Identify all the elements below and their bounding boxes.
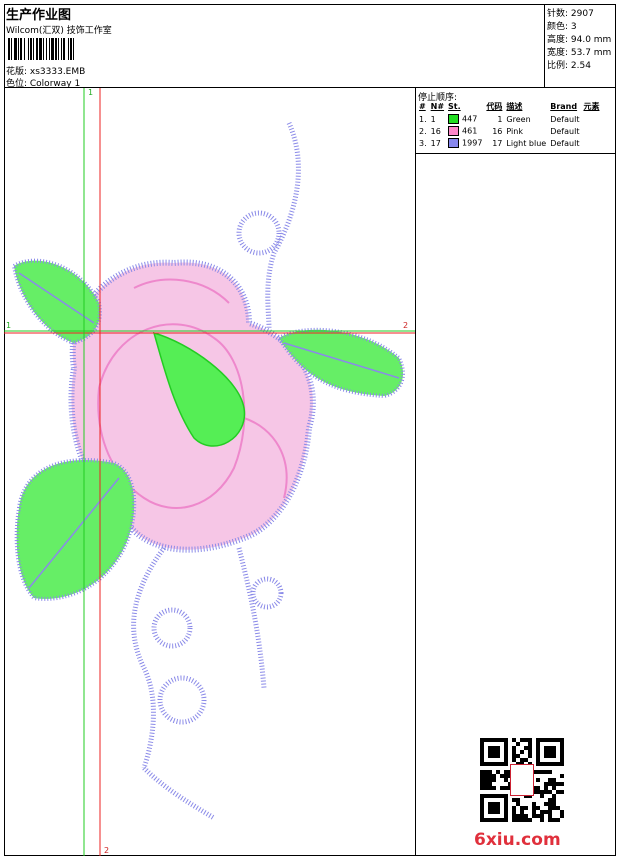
col-element: 元素 (583, 102, 600, 111)
panel-divider (416, 153, 616, 154)
horizontal-guide-label-2: 2 (403, 321, 409, 330)
row-description: Light blue (506, 138, 547, 148)
stop-row: 2. 16 461 16 Pink Default (417, 125, 601, 137)
barcode (8, 38, 134, 60)
col-description: 描述 (506, 102, 523, 111)
stitch-count-value: 1997 (462, 138, 483, 148)
stitch-count-value: 447 (462, 114, 478, 124)
stitch-count: 针数: 2907 (547, 9, 594, 19)
row-description: Pink (506, 126, 523, 136)
row-stitches: 447 (446, 113, 484, 125)
row-stitches: 1997 (446, 137, 484, 149)
color-count: 颜色: 3 (547, 22, 577, 32)
stop-row: 1. 1 447 1 Green Default (417, 113, 601, 125)
embroidery-design (4, 88, 415, 856)
row-needle: 17 (430, 138, 441, 148)
row-index: 2. (419, 126, 427, 136)
col-needle: N# (430, 102, 445, 111)
stop-row: 3. 17 1997 17 Light blue Default (417, 137, 601, 149)
row-description: Green (506, 114, 531, 124)
stitch-count-value: 461 (462, 126, 478, 136)
row-index: 3. (419, 138, 427, 148)
scale-ratio: 比例: 2.54 (547, 61, 591, 71)
stop-sequence-table: # N# St. 代码 描述 Brand 元素 1. 1 447 1 Green Defa… (417, 100, 601, 149)
row-brand: Default (550, 126, 580, 136)
row-index: 1. (419, 114, 427, 124)
row-stitches: 461 (446, 125, 484, 137)
design-height: 高度: 94.0 mm (547, 35, 612, 45)
vertical-guide-label-1: 1 (88, 88, 94, 97)
row-brand: Default (550, 114, 580, 124)
col-index: # (419, 102, 426, 111)
row-code: 16 (492, 126, 503, 136)
seal-stamp (510, 764, 534, 796)
row-needle: 16 (430, 126, 441, 136)
color-swatch (448, 138, 460, 148)
row-code: 1 (497, 114, 503, 124)
watermark: 6xiu.com (474, 830, 561, 850)
vertical-guide-label-2: 2 (104, 846, 110, 855)
header-info: 生产作业图 Wilcom(汇双) 技饰工作室 花版: xs3333.EMB 色位… (4, 4, 545, 89)
color-swatch (448, 114, 460, 124)
horizontal-guide-label-1: 1 (6, 321, 12, 330)
row-brand: Default (550, 138, 580, 148)
col-code: 代码 (486, 102, 503, 111)
col-stitches: St. (448, 102, 461, 111)
studio-name: Wilcom(汇双) 技饰工作室 (6, 26, 112, 36)
design-canvas: 1 2 1 2 (4, 88, 416, 856)
design-width: 宽度: 53.7 mm (547, 48, 612, 58)
design-stats: 针数: 2907 颜色: 3 高度: 94.0 mm 宽度: 53.7 mm 比… (545, 4, 616, 88)
color-swatch (448, 126, 460, 136)
stop-sequence-header-row: # N# St. 代码 描述 Brand 元素 (417, 100, 601, 113)
page-title: 生产作业图 (6, 8, 72, 23)
row-needle: 1 (430, 114, 436, 124)
row-code: 17 (492, 138, 503, 148)
stop-sequence-panel: 停止顺序: # N# St. 代码 描述 Brand 元素 1. 1 447 1 Gre… (416, 88, 616, 856)
col-brand: Brand (550, 102, 578, 111)
